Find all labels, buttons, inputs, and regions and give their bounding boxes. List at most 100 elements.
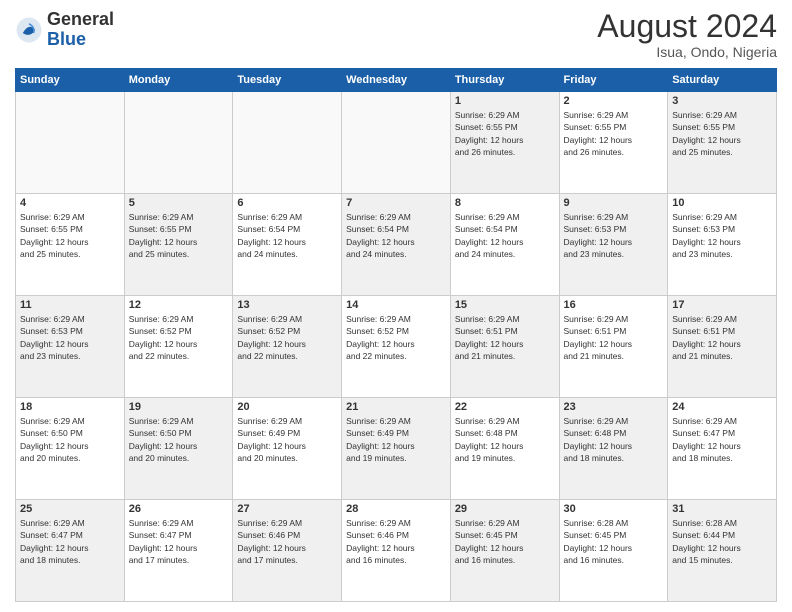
day-info: Sunrise: 6:29 AM Sunset: 6:47 PM Dayligh…: [20, 517, 120, 566]
calendar-cell: 3Sunrise: 6:29 AM Sunset: 6:55 PM Daylig…: [668, 92, 777, 194]
day-info: Sunrise: 6:29 AM Sunset: 6:49 PM Dayligh…: [237, 415, 337, 464]
calendar-cell: 24 Sunrise: 6:29 AM Sunset: 6:47 PM Dayli…: [668, 398, 777, 500]
day-info: Sunrise: 6:29 AM Sunset: 6:55 PM Dayligh…: [455, 109, 555, 158]
day-info: Sunrise: 6:29 AM Sunset: 6:47 PM Dayligh…: [672, 415, 772, 464]
calendar-cell: 5 Sunrise: 6:29 AM Sunset: 6:55 PM Daylig…: [124, 194, 233, 296]
day-number: 19: [129, 401, 229, 413]
day-info: Sunrise: 6:29 AM Sunset: 6:51 PM Dayligh…: [455, 313, 555, 362]
day-number: 9: [564, 197, 664, 209]
day-info: Sunrise: 6:28 AM Sunset: 6:45 PM Dayligh…: [564, 517, 664, 566]
day-info: Sunrise: 6:29 AM Sunset: 6:53 PM Dayligh…: [20, 313, 120, 362]
calendar-cell: 2 Sunrise: 6:29 AM Sunset: 6:55 PM Daylig…: [559, 92, 668, 194]
col-monday: Monday: [124, 69, 233, 92]
calendar-week-5: 25 Sunrise: 6:29 AM Sunset: 6:47 PM Dayli…: [16, 500, 777, 602]
calendar-cell: 23Sunrise: 6:29 AM Sunset: 6:48 PM Dayli…: [559, 398, 668, 500]
day-number: 16: [564, 299, 664, 311]
day-number: 17: [672, 299, 772, 311]
calendar-cell: [16, 92, 125, 194]
day-number: 10: [672, 197, 772, 209]
calendar-cell: 21 Sunrise: 6:29 AM Sunset: 6:49 PM Dayli…: [342, 398, 451, 500]
day-info: Sunrise: 6:29 AM Sunset: 6:45 PM Dayligh…: [455, 517, 555, 566]
calendar-header-row: Sunday Monday Tuesday Wednesday Thursday…: [16, 69, 777, 92]
calendar-cell: 6 Sunrise: 6:29 AM Sunset: 6:54 PM Daylig…: [233, 194, 342, 296]
day-number: 31: [672, 503, 772, 515]
day-number: 4: [20, 197, 120, 209]
calendar-cell: 25 Sunrise: 6:29 AM Sunset: 6:47 PM Dayli…: [16, 500, 125, 602]
calendar-week-2: 4 Sunrise: 6:29 AM Sunset: 6:55 PM Daylig…: [16, 194, 777, 296]
day-info: Sunrise: 6:29 AM Sunset: 6:53 PM Dayligh…: [672, 211, 772, 260]
calendar-cell: 26 Sunrise: 6:29 AM Sunset: 6:47 PM Dayli…: [124, 500, 233, 602]
day-number: 12: [129, 299, 229, 311]
day-info: Sunrise: 6:29 AM Sunset: 6:54 PM Dayligh…: [455, 211, 555, 260]
calendar-cell: 8 Sunrise: 6:29 AM Sunset: 6:54 PM Daylig…: [450, 194, 559, 296]
calendar-cell: 14 Sunrise: 6:29 AM Sunset: 6:52 PM Dayli…: [342, 296, 451, 398]
header: General Blue August 2024 Isua, Ondo, Nig…: [15, 10, 777, 60]
calendar-cell: [342, 92, 451, 194]
day-number: 25: [20, 503, 120, 515]
day-info: Sunrise: 6:29 AM Sunset: 6:55 PM Dayligh…: [129, 211, 229, 260]
day-info: Sunrise: 6:29 AM Sunset: 6:53 PM Dayligh…: [564, 211, 664, 260]
day-number: 11: [20, 299, 120, 311]
calendar-cell: 10 Sunrise: 6:29 AM Sunset: 6:53 PM Dayli…: [668, 194, 777, 296]
calendar-cell: 18 Sunrise: 6:29 AM Sunset: 6:50 PM Dayli…: [16, 398, 125, 500]
location: Isua, Ondo, Nigeria: [597, 44, 777, 60]
col-thursday: Thursday: [450, 69, 559, 92]
day-info: Sunrise: 6:29 AM Sunset: 6:52 PM Dayligh…: [129, 313, 229, 362]
day-info: Sunrise: 6:29 AM Sunset: 6:46 PM Dayligh…: [237, 517, 337, 566]
calendar-cell: 15 Sunrise: 6:29 AM Sunset: 6:51 PM Dayli…: [450, 296, 559, 398]
calendar-cell: 1 Sunrise: 6:29 AM Sunset: 6:55 PM Daylig…: [450, 92, 559, 194]
page: General Blue August 2024 Isua, Ondo, Nig…: [0, 0, 792, 612]
day-info: Sunrise: 6:29 AM Sunset: 6:55 PM Dayligh…: [20, 211, 120, 260]
calendar-cell: 17 Sunrise: 6:29 AM Sunset: 6:51 PM Dayli…: [668, 296, 777, 398]
day-info: Sunrise: 6:29 AM Sunset: 6:55 PM Dayligh…: [672, 109, 772, 158]
calendar-cell: 29 Sunrise: 6:29 AM Sunset: 6:45 PM Dayli…: [450, 500, 559, 602]
day-number: 1: [455, 95, 555, 107]
day-info: Sunrise: 6:29 AM Sunset: 6:52 PM Dayligh…: [346, 313, 446, 362]
day-number: 28: [346, 503, 446, 515]
day-info: Sunrise: 6:29 AM Sunset: 6:54 PM Dayligh…: [237, 211, 337, 260]
logo-line1: General: [47, 10, 114, 30]
calendar-cell: 16 Sunrise: 6:29 AM Sunset: 6:51 PM Dayli…: [559, 296, 668, 398]
day-number: 8: [455, 197, 555, 209]
calendar-cell: 22Sunrise: 6:29 AM Sunset: 6:48 PM Dayli…: [450, 398, 559, 500]
calendar-week-4: 18 Sunrise: 6:29 AM Sunset: 6:50 PM Dayli…: [16, 398, 777, 500]
day-number: 21: [346, 401, 446, 413]
col-saturday: Saturday: [668, 69, 777, 92]
day-number: 30: [564, 503, 664, 515]
calendar-cell: [233, 92, 342, 194]
calendar-cell: 9 Sunrise: 6:29 AM Sunset: 6:53 PM Daylig…: [559, 194, 668, 296]
day-info: Sunrise: 6:29 AM Sunset: 6:49 PM Dayligh…: [346, 415, 446, 464]
logo-line2: Blue: [47, 30, 114, 50]
logo-icon: [15, 16, 43, 44]
calendar-cell: 11 Sunrise: 6:29 AM Sunset: 6:53 PM Dayli…: [16, 296, 125, 398]
day-number: 5: [129, 197, 229, 209]
day-number: 7: [346, 197, 446, 209]
day-info: Sunrise: 6:29 AM Sunset: 6:51 PM Dayligh…: [564, 313, 664, 362]
day-number: 15: [455, 299, 555, 311]
day-number: 26: [129, 503, 229, 515]
col-friday: Friday: [559, 69, 668, 92]
calendar-cell: 27Sunrise: 6:29 AM Sunset: 6:46 PM Dayli…: [233, 500, 342, 602]
day-number: 29: [455, 503, 555, 515]
calendar-cell: [124, 92, 233, 194]
day-number: 14: [346, 299, 446, 311]
day-info: Sunrise: 6:29 AM Sunset: 6:48 PM Dayligh…: [564, 415, 664, 464]
day-number: 6: [237, 197, 337, 209]
day-number: 24: [672, 401, 772, 413]
day-number: 13: [237, 299, 337, 311]
day-info: Sunrise: 6:28 AM Sunset: 6:44 PM Dayligh…: [672, 517, 772, 566]
day-number: 2: [564, 95, 664, 107]
day-info: Sunrise: 6:29 AM Sunset: 6:46 PM Dayligh…: [346, 517, 446, 566]
day-info: Sunrise: 6:29 AM Sunset: 6:51 PM Dayligh…: [672, 313, 772, 362]
calendar-cell: 20Sunrise: 6:29 AM Sunset: 6:49 PM Dayli…: [233, 398, 342, 500]
day-info: Sunrise: 6:29 AM Sunset: 6:47 PM Dayligh…: [129, 517, 229, 566]
calendar-cell: 7Sunrise: 6:29 AM Sunset: 6:54 PM Daylig…: [342, 194, 451, 296]
logo: General Blue: [15, 10, 114, 50]
day-info: Sunrise: 6:29 AM Sunset: 6:50 PM Dayligh…: [20, 415, 120, 464]
calendar-cell: 12 Sunrise: 6:29 AM Sunset: 6:52 PM Dayli…: [124, 296, 233, 398]
calendar-cell: 31 Sunrise: 6:28 AM Sunset: 6:44 PM Dayli…: [668, 500, 777, 602]
day-info: Sunrise: 6:29 AM Sunset: 6:55 PM Dayligh…: [564, 109, 664, 158]
calendar-cell: 30 Sunrise: 6:28 AM Sunset: 6:45 PM Dayli…: [559, 500, 668, 602]
day-number: 18: [20, 401, 120, 413]
calendar-week-3: 11 Sunrise: 6:29 AM Sunset: 6:53 PM Dayli…: [16, 296, 777, 398]
